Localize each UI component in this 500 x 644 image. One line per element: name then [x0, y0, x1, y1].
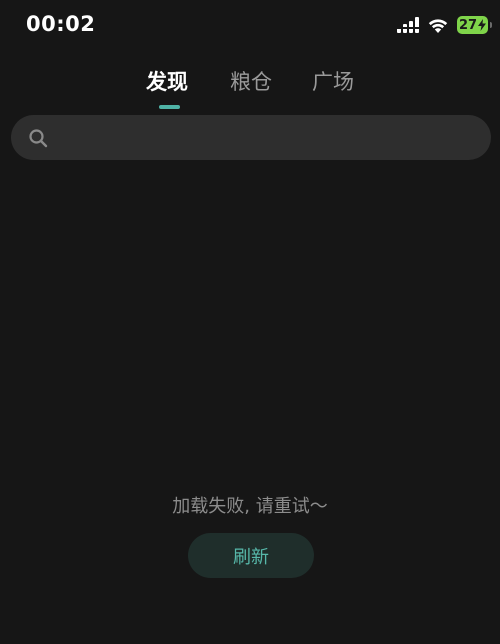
battery-level: 27	[458, 17, 478, 33]
battery-icon: 27	[457, 16, 492, 34]
refresh-button[interactable]: 刷新	[188, 533, 314, 578]
wifi-icon	[428, 18, 448, 33]
tab-square[interactable]: 广场	[312, 66, 354, 96]
tab-granary[interactable]: 粮仓	[230, 66, 272, 96]
status-time: 00:02	[26, 12, 96, 36]
signal-icon	[397, 17, 419, 33]
active-tab-indicator	[159, 105, 180, 109]
top-tabs: 发现 粮仓 广场	[0, 64, 500, 112]
status-icons: 27	[397, 15, 492, 35]
load-failed-message: 加载失败, 请重试～	[172, 496, 328, 517]
search-bar[interactable]	[11, 115, 491, 160]
search-input[interactable]	[59, 115, 479, 160]
tab-discover[interactable]: 发现	[146, 66, 188, 96]
search-icon	[29, 129, 48, 148]
status-bar: 00:02 27	[0, 0, 500, 52]
charging-bolt-icon	[478, 19, 487, 31]
